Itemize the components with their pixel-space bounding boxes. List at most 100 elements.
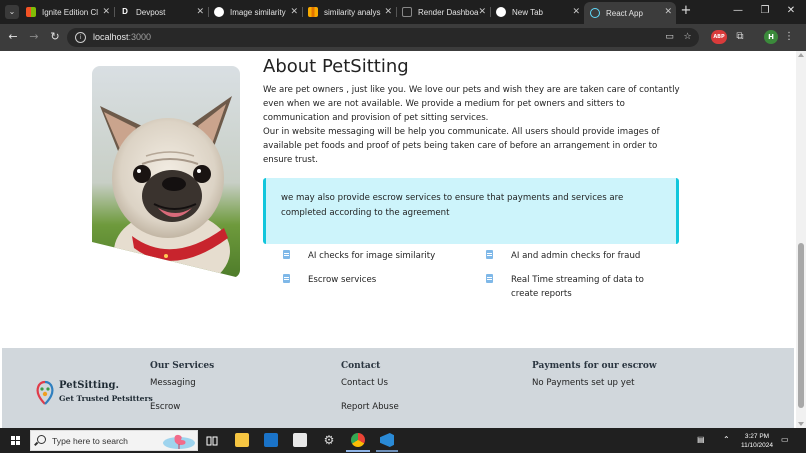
- vscode-icon[interactable]: [380, 433, 394, 447]
- scroll-up-arrow-icon[interactable]: [798, 53, 804, 57]
- scroll-down-arrow-icon[interactable]: [798, 422, 804, 426]
- windows-grid-icon: [26, 7, 36, 17]
- chrome-icon: [496, 7, 506, 17]
- feature-text: Real Time streaming of data to create re…: [511, 275, 644, 299]
- close-icon[interactable]: ✕: [196, 6, 204, 17]
- site-footer: PetSitting. Get Trusted Petsitters Our S…: [2, 348, 794, 428]
- feature-text: Escrow services: [308, 275, 377, 285]
- forward-button[interactable]: →: [27, 30, 41, 44]
- tab-similarity-analysis[interactable]: similarity analys ✕: [308, 2, 396, 22]
- about-paragraph-2: Our in website messaging will be help yo…: [263, 127, 660, 166]
- keyboard-tray-icon[interactable]: ▤: [697, 435, 705, 444]
- flamingo-search-highlight-icon: [163, 434, 195, 449]
- profile-avatar[interactable]: H: [764, 30, 778, 44]
- url-port: :3000: [128, 32, 152, 42]
- scroll-thumb[interactable]: [798, 243, 804, 408]
- tab-image-similarity[interactable]: Image similarity ✕: [214, 2, 302, 22]
- bookmark-star-icon[interactable]: ☆: [682, 32, 693, 43]
- close-icon[interactable]: ✕: [102, 6, 110, 17]
- tab-ignite[interactable]: Ignite Edition Cl ✕: [26, 2, 114, 22]
- close-icon[interactable]: ✕: [384, 6, 392, 17]
- feature-text: AI checks for image similarity: [308, 251, 436, 261]
- install-app-icon[interactable]: ▭: [664, 32, 675, 43]
- running-app-indicator: [376, 450, 398, 452]
- about-dog-image: [92, 66, 240, 278]
- page-scrollbar[interactable]: [796, 51, 806, 428]
- notification-icon[interactable]: ▭: [781, 435, 789, 444]
- microsoft-store-icon[interactable]: [293, 433, 307, 447]
- tab-divider: [208, 7, 209, 17]
- file-explorer-icon[interactable]: [235, 433, 249, 447]
- logo-tagline: Get Trusted Petsitters: [59, 394, 153, 403]
- close-icon[interactable]: ✕: [290, 6, 298, 17]
- search-icon: [37, 435, 46, 444]
- start-button[interactable]: [11, 436, 20, 445]
- browser-toolbar: ← → ↻ i localhost:3000 ▭ ☆ ABP ⧉ H ⋮: [0, 24, 806, 51]
- feature-item: Escrow services: [283, 273, 376, 285]
- close-icon[interactable]: ✕: [572, 6, 580, 17]
- logo-title[interactable]: PetSitting.: [59, 380, 119, 391]
- tab-render-dashboard[interactable]: Render Dashboa ✕: [402, 2, 490, 22]
- feature-item: AI checks for image similarity: [283, 249, 435, 261]
- devpost-icon: D: [120, 7, 130, 17]
- profile-initial: H: [768, 33, 774, 41]
- footer-link-report-abuse[interactable]: Report Abuse: [341, 402, 399, 412]
- footer-payments-text: No Payments set up yet: [532, 378, 635, 388]
- document-icon: [486, 250, 493, 259]
- tab-divider: [396, 7, 397, 17]
- petsitting-logo-icon: [36, 380, 54, 405]
- escrow-callout: we may also provide escrow services to e…: [263, 178, 679, 244]
- reload-button[interactable]: ↻: [48, 30, 62, 44]
- render-icon: [402, 7, 412, 17]
- task-view-icon[interactable]: [205, 433, 219, 447]
- adblock-extension-icon[interactable]: ABP: [711, 30, 727, 44]
- new-tab-button[interactable]: +: [679, 3, 693, 19]
- tab-divider: [114, 7, 115, 17]
- taskbar-search-placeholder: Type here to search: [52, 436, 128, 446]
- browser-menu-icon[interactable]: ⋮: [784, 30, 794, 44]
- close-window-button[interactable]: ✕: [782, 3, 800, 19]
- footer-payments-title: Payments for our escrow: [532, 361, 657, 371]
- feature-item: Real Time streaming of data to create re…: [486, 273, 644, 299]
- footer-link-contact-us[interactable]: Contact Us: [341, 378, 388, 388]
- about-paragraph-1: We are pet owners , just like you. We lo…: [263, 85, 680, 124]
- document-icon: [283, 274, 290, 283]
- close-icon[interactable]: ✕: [664, 6, 672, 17]
- url-text[interactable]: localhost:3000: [93, 32, 151, 42]
- footer-link-escrow[interactable]: Escrow: [150, 402, 180, 412]
- taskbar-clock[interactable]: 3:27 PM 11/10/2024: [739, 432, 775, 450]
- tray-chevron-up-icon[interactable]: ⌃: [723, 435, 730, 444]
- footer-services-title: Our Services: [150, 361, 215, 371]
- extensions-puzzle-icon[interactable]: ⧉: [733, 30, 747, 44]
- tab-divider: [302, 7, 303, 17]
- document-icon: [283, 250, 290, 259]
- adblock-badge: ABP: [713, 34, 725, 40]
- browser-tab-strip: ⌄ Ignite Edition Cl ✕ D Devpost ✕ Image …: [0, 0, 806, 24]
- clock-time: 3:27 PM: [744, 433, 770, 440]
- windows-taskbar: Type here to search ⚙ ▤ ⌃ 3:27 PM 11/10/…: [0, 428, 806, 453]
- react-icon: [590, 8, 600, 18]
- openai-icon: [214, 7, 224, 17]
- close-icon[interactable]: ✕: [478, 6, 486, 17]
- tab-devpost[interactable]: D Devpost ✕: [120, 2, 208, 22]
- tab-search-button[interactable]: ⌄: [5, 5, 19, 19]
- address-bar[interactable]: i localhost:3000 ▭ ☆: [67, 28, 699, 47]
- tab-new-tab[interactable]: New Tab ✕: [496, 2, 584, 22]
- url-host: localhost: [93, 32, 129, 42]
- page-viewport: About PetSitting We are pet owners , jus…: [0, 51, 806, 428]
- site-info-icon[interactable]: i: [75, 32, 86, 43]
- minimize-button[interactable]: —: [729, 3, 747, 19]
- outlook-icon[interactable]: [264, 433, 278, 447]
- chrome-taskbar-icon[interactable]: [351, 433, 365, 447]
- restore-button[interactable]: ❐: [756, 3, 774, 19]
- footer-link-messaging[interactable]: Messaging: [150, 378, 196, 388]
- document-icon: [486, 274, 493, 283]
- active-app-indicator: [346, 450, 370, 452]
- feature-text: AI and admin checks for fraud: [511, 251, 641, 261]
- tab-react-app[interactable]: React App ✕: [584, 2, 676, 24]
- feature-item: AI and admin checks for fraud: [486, 249, 640, 261]
- taskbar-search-box[interactable]: Type here to search: [30, 430, 198, 451]
- settings-gear-icon[interactable]: ⚙: [322, 433, 336, 447]
- chart-icon: [308, 7, 318, 17]
- back-button[interactable]: ←: [6, 30, 20, 44]
